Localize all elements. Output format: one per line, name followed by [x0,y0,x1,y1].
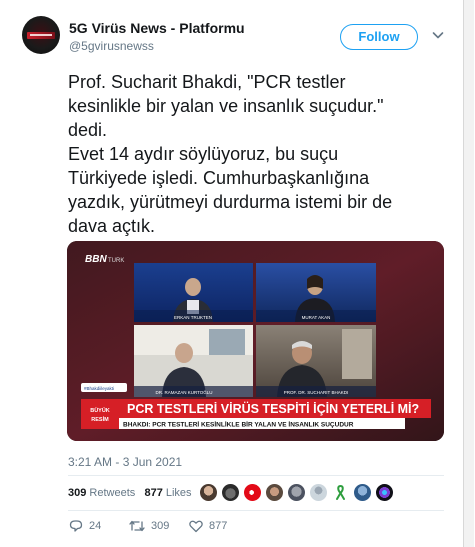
retweet-count: 309 [151,520,170,532]
video-panel-2: MURAT AKAN [256,263,376,322]
avatar[interactable] [22,16,60,54]
tweet-line: dava açtık. [68,216,156,236]
heart-icon [189,520,203,533]
hashtag-label: #Bhakdiileyakti [84,386,114,391]
avatar[interactable] [287,483,306,502]
tweet-timestamp[interactable]: 3:21 AM - 3 Jun 2021 [68,455,182,469]
tweet-line: yazdık, yürütmeyi durdurma istemi bir de [68,192,393,212]
headline: PCR TESTLERİ VİRÜS TESPİTİ İÇİN YETERLİ … [127,401,419,416]
tweet-card: 5G Virüs News - Platformu @5gvirusnewss … [0,0,474,547]
channel-logo: BBN [85,254,107,265]
retweets-label[interactable]: Retweets [89,487,135,499]
display-name[interactable]: 5G Virüs News - Platformu [69,20,245,36]
tweet-header: 5G Virüs News - Platformu @5gvirusnewss … [22,12,452,60]
retweets-count[interactable]: 309 [68,487,86,499]
likes-count[interactable]: 877 [144,487,162,499]
tweet-line: kesinlikle bir yalan ve insanlık suçudur… [68,96,384,116]
badge-line-2: RESİM [91,416,109,423]
divider [68,475,444,476]
tweet-line: Evet 14 aydır söylüyoruz, bu suçu [68,144,339,164]
badge-line-1: BÜYÜK [90,407,110,414]
avatar[interactable] [331,483,350,502]
reply-icon [69,520,83,532]
video-panel-1: ERKAN TRUKTEN [134,263,253,322]
reply-count: 24 [89,520,102,532]
follow-button[interactable]: Follow [340,24,418,50]
like-count: 877 [209,520,228,532]
tweet-line: Türkiyede işledi. Cumhurbaşkanlığına [68,168,370,188]
tweet-media-image[interactable]: BBN TURK ERKAN TRUKTEN MURAT AKAN DR. RA… [67,241,444,441]
panel-caption: DR. RAMAZAN KURTOĞLU [155,389,212,395]
panel-caption: PROF. DR. SUCHARIT BHAKDI [284,390,348,395]
ribbon-icon [336,484,345,500]
avatar[interactable] [309,483,328,502]
avatar[interactable] [243,483,262,502]
subline: BHAKDI: PCR TESTLERİ KESİNLİKLE BİR YALA… [123,421,354,429]
avatar[interactable] [353,483,372,502]
channel-logo-suffix: TURK [108,258,124,264]
tweet-line: dedi. [68,120,108,140]
avatar[interactable] [375,483,394,502]
tweet-line: Prof. Sucharit Bhakdi, "PCR testler [68,72,346,92]
engagement-stats: 309 Retweets 877 Likes [68,487,192,507]
avatar[interactable] [221,483,240,502]
tweet-text: Prof. Sucharit Bhakdi, "PCR testler kesi… [68,70,448,238]
likes-label[interactable]: Likes [166,487,192,499]
retweet-icon [129,520,145,532]
panel-caption: MURAT AKAN [302,315,331,320]
divider [68,510,444,511]
user-handle[interactable]: @5gvirusnewss [69,39,154,53]
video-panel-4: PROF. DR. SUCHARIT BHAKDI [256,325,376,397]
panel-caption: ERKAN TRUKTEN [174,315,212,320]
avatar[interactable] [199,483,218,502]
avatar[interactable] [265,483,284,502]
chevron-down-icon[interactable] [430,27,446,43]
video-panel-3: DR. RAMAZAN KURTOĞLU [134,325,253,397]
